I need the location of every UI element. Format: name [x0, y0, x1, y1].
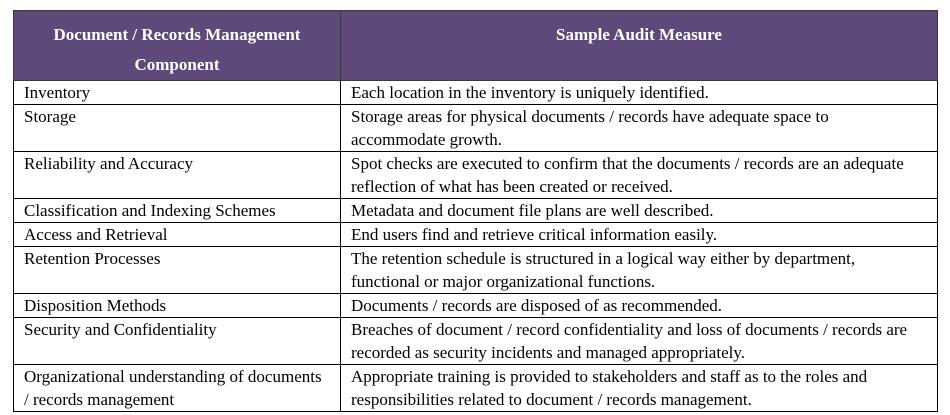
- component-cell: Security and Confidentiality: [13, 317, 341, 365]
- component-cell: Organizational understanding of document…: [13, 364, 341, 412]
- header-row: Document / Records Management Component …: [13, 10, 938, 81]
- measure-cell: Breaches of document / record confidenti…: [340, 317, 938, 365]
- component-cell: Retention Processes: [13, 246, 341, 294]
- table-row: Organizational understanding of document…: [13, 364, 938, 412]
- header-measure: Sample Audit Measure: [340, 10, 938, 81]
- measure-cell: End users find and retrieve critical inf…: [340, 222, 938, 247]
- table-row: Inventory Each location in the inventory…: [13, 80, 938, 105]
- table-row: Storage Storage areas for physical docum…: [13, 104, 938, 152]
- measure-cell: Metadata and document file plans are wel…: [340, 198, 938, 223]
- measure-cell: Spot checks are executed to confirm that…: [340, 151, 938, 199]
- table-row: Access and Retrieval End users find and …: [13, 222, 938, 247]
- audit-measures-table: Document / Records Management Component …: [13, 10, 938, 412]
- measure-cell: Appropriate training is provided to stak…: [340, 364, 938, 412]
- table-body: Inventory Each location in the inventory…: [13, 80, 938, 412]
- component-cell: Storage: [13, 104, 341, 152]
- measure-cell: Documents / records are disposed of as r…: [340, 293, 938, 318]
- table-header: Document / Records Management Component …: [13, 10, 938, 81]
- table-row: Reliability and Accuracy Spot checks are…: [13, 151, 938, 199]
- component-cell: Inventory: [13, 80, 341, 105]
- component-cell: Access and Retrieval: [13, 222, 341, 247]
- header-component: Document / Records Management Component: [13, 10, 341, 81]
- table-row: Security and Confidentiality Breaches of…: [13, 317, 938, 365]
- measure-cell: Storage areas for physical documents / r…: [340, 104, 938, 152]
- measure-cell: Each location in the inventory is unique…: [340, 80, 938, 105]
- table-row: Disposition Methods Documents / records …: [13, 293, 938, 318]
- table-row: Classification and Indexing Schemes Meta…: [13, 198, 938, 223]
- measure-cell: The retention schedule is structured in …: [340, 246, 938, 294]
- component-cell: Classification and Indexing Schemes: [13, 198, 341, 223]
- component-cell: Disposition Methods: [13, 293, 341, 318]
- component-cell: Reliability and Accuracy: [13, 151, 341, 199]
- table-row: Retention Processes The retention schedu…: [13, 246, 938, 294]
